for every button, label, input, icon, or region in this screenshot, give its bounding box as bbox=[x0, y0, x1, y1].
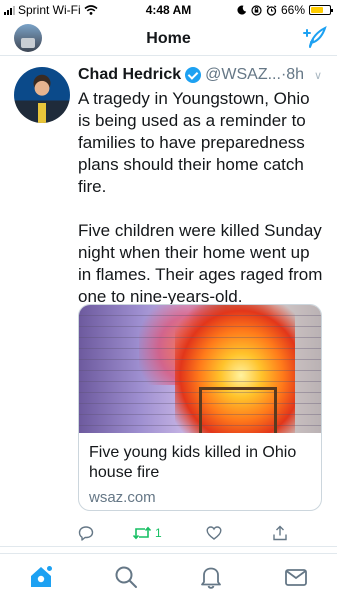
tab-bar bbox=[0, 553, 337, 600]
alarm-icon bbox=[266, 4, 277, 16]
tweet-text: A tragedy in Youngstown, Ohio is being u… bbox=[78, 89, 323, 306]
card-domain: wsaz.com bbox=[89, 489, 156, 506]
author-handle[interactable]: @WSAZ... bbox=[205, 66, 281, 84]
tweet-body: Chad Hedrick @WSAZ... · 8h ∨ A tragedy i… bbox=[78, 65, 326, 308]
tweet[interactable]: Chad Hedrick @WSAZ... · 8h ∨ A tragedy i… bbox=[0, 57, 337, 547]
messages-envelope-icon[interactable] bbox=[283, 564, 309, 590]
retweet-button[interactable]: 1 bbox=[132, 523, 162, 543]
battery-level bbox=[311, 7, 323, 13]
moon-icon bbox=[237, 5, 247, 15]
tweet-meta: Chad Hedrick @WSAZ... · 8h ∨ bbox=[78, 65, 326, 85]
author-name[interactable]: Chad Hedrick bbox=[78, 66, 181, 84]
share-button[interactable] bbox=[272, 523, 288, 543]
share-icon bbox=[273, 525, 287, 541]
compose-feather-icon[interactable] bbox=[301, 26, 327, 50]
link-card[interactable]: Five young kids killed in Ohio house fir… bbox=[78, 304, 322, 511]
page-title: Home bbox=[146, 30, 191, 47]
search-icon[interactable] bbox=[113, 564, 139, 590]
home-icon[interactable] bbox=[28, 564, 54, 590]
verified-badge-icon bbox=[185, 67, 202, 83]
heart-icon bbox=[206, 526, 222, 540]
reply-button[interactable] bbox=[78, 523, 94, 543]
status-bar: Sprint Wi-Fi 4:48 AM 66% bbox=[0, 0, 337, 20]
battery-icon bbox=[309, 5, 333, 15]
tweet-actions: 1 bbox=[78, 523, 318, 543]
app-header: Home bbox=[0, 20, 337, 56]
notifications-bell-icon[interactable] bbox=[198, 564, 224, 590]
card-image bbox=[79, 305, 321, 433]
tweet-time: 8h bbox=[286, 66, 305, 83]
retweet-count: 1 bbox=[155, 526, 162, 540]
reply-icon bbox=[78, 526, 94, 541]
chevron-down-icon[interactable]: ∨ bbox=[314, 69, 322, 82]
status-right: 66% bbox=[237, 3, 333, 17]
like-button[interactable] bbox=[206, 523, 222, 543]
orientation-lock-icon bbox=[251, 4, 262, 16]
card-title: Five young kids killed in Ohio house fir… bbox=[89, 444, 297, 481]
retweet-icon bbox=[132, 526, 152, 540]
author-avatar[interactable] bbox=[14, 67, 70, 123]
battery-percent: 66% bbox=[280, 3, 305, 17]
